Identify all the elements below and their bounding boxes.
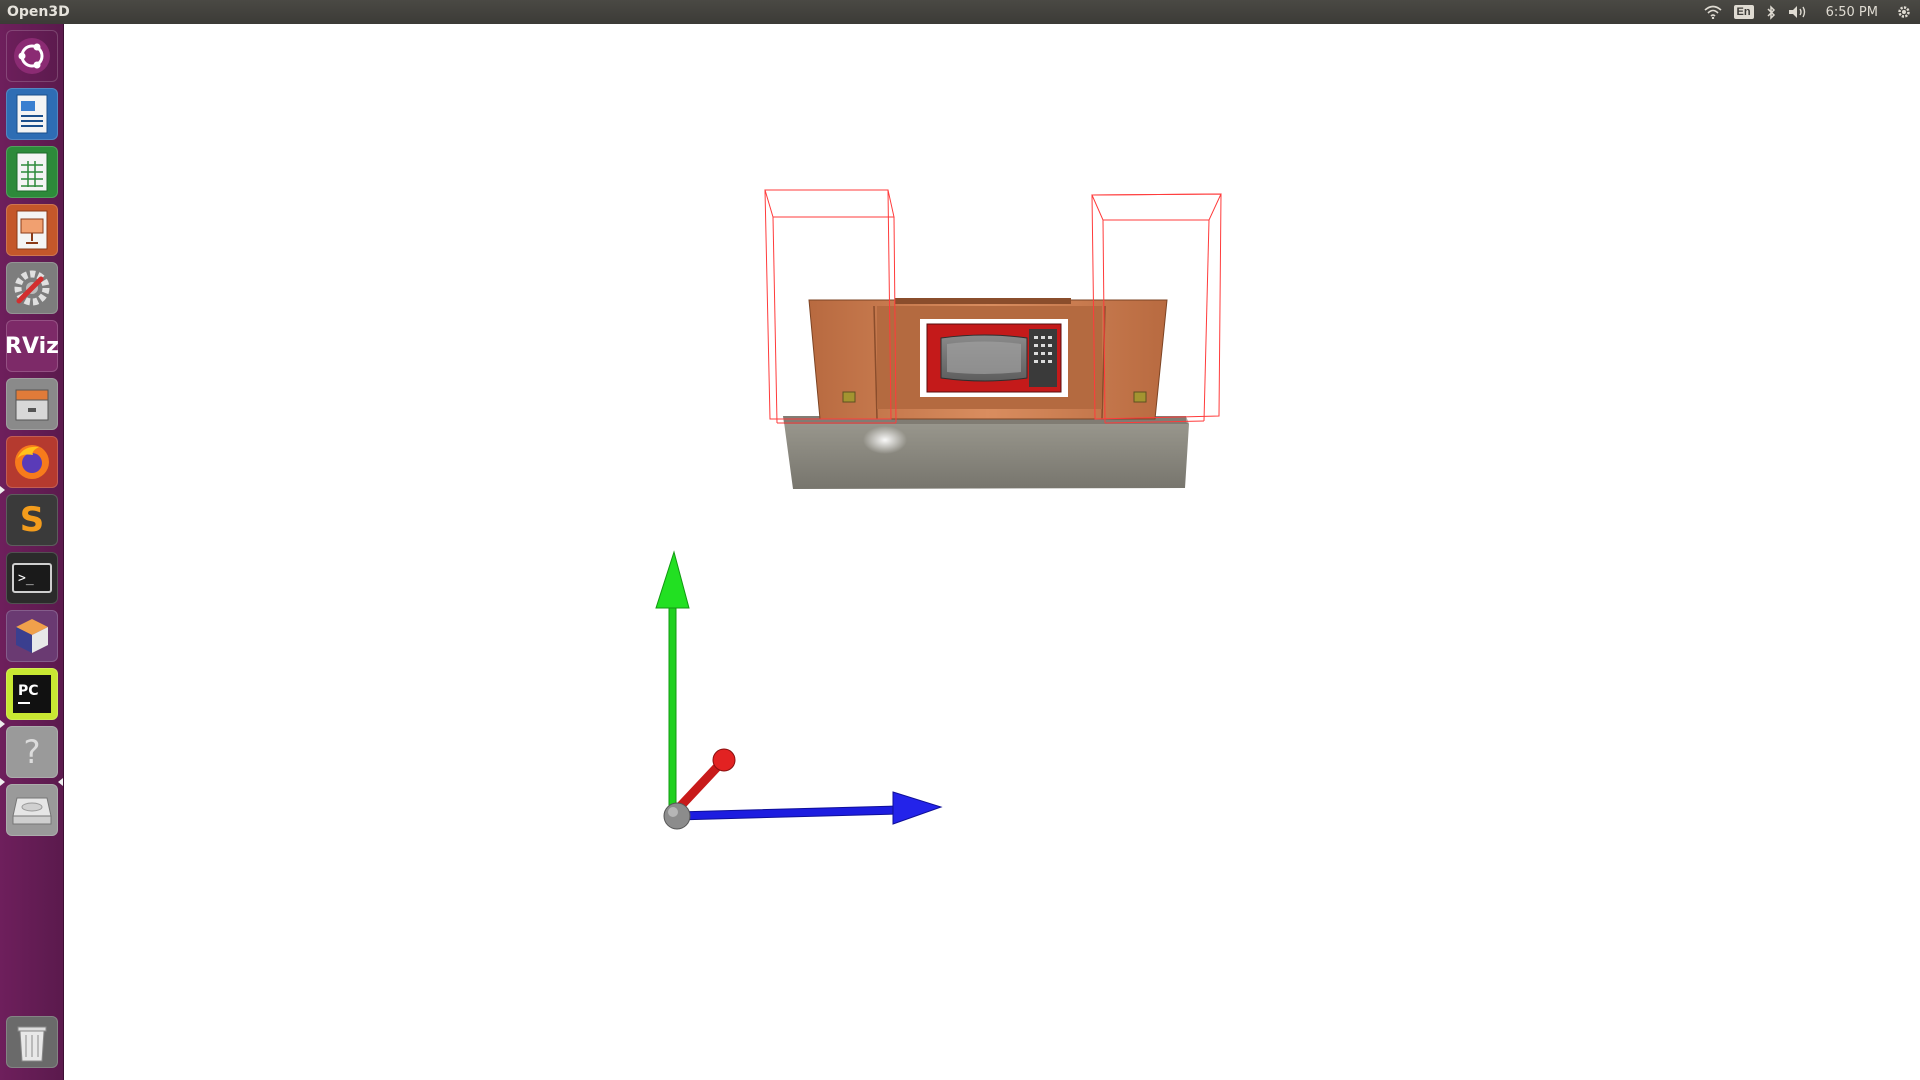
scene-render <box>655 189 1222 830</box>
pycharm-running-indicator <box>0 720 5 728</box>
pycharm-launcher[interactable]: PC <box>6 668 58 720</box>
virtualbox-launcher[interactable] <box>6 610 58 662</box>
window-title: Open3D <box>7 4 70 20</box>
origin-sphere <box>663 802 691 830</box>
ubuntu-dash-button[interactable] <box>6 30 58 82</box>
firefox-icon <box>15 445 49 479</box>
firefox-running-indicator <box>0 486 5 494</box>
file-archive-launcher[interactable] <box>6 378 58 430</box>
cube-box-icon <box>16 619 48 653</box>
file-cabinet-icon <box>15 389 49 421</box>
terminal-icon: >_ <box>12 563 52 593</box>
unknown-app-running-indicator <box>0 778 5 786</box>
impress-presentation-icon <box>16 210 48 250</box>
launcher-bar: RViz S >_ PC ? <box>0 24 64 1080</box>
rviz-icon: RViz <box>5 333 59 359</box>
clock[interactable]: 6:50 PM <box>1820 0 1884 24</box>
unknown-app-focus-indicator <box>58 778 63 786</box>
volume-icon[interactable] <box>1788 0 1808 24</box>
system-tray: En 6:50 PM <box>1704 0 1920 24</box>
pycharm-label: PC <box>18 683 39 699</box>
counter-mesh <box>783 416 1189 489</box>
pycharm-underline <box>18 702 30 704</box>
terminal-prompt-label: >_ <box>18 570 34 586</box>
libreoffice-impress-launcher[interactable] <box>6 204 58 256</box>
terminal-launcher[interactable]: >_ <box>6 552 58 604</box>
keyboard-language-indicator[interactable]: En <box>1733 0 1754 24</box>
language-label: En <box>1733 5 1754 19</box>
unknown-app-launcher[interactable]: ? <box>6 726 58 778</box>
disk-drive-icon <box>12 797 52 825</box>
coordinate-axes <box>655 550 943 830</box>
calc-spreadsheet-icon <box>16 152 48 192</box>
disk-drive-launcher[interactable] <box>6 784 58 836</box>
x-axis-arrow <box>670 748 736 817</box>
wifi-icon[interactable] <box>1704 0 1722 24</box>
pycharm-icon: PC <box>13 675 51 713</box>
writer-document-icon <box>16 94 48 134</box>
question-mark-icon: ? <box>23 733 41 771</box>
system-settings-launcher[interactable] <box>6 262 58 314</box>
sublime-text-launcher[interactable]: S <box>6 494 58 546</box>
libreoffice-calc-launcher[interactable] <box>6 146 58 198</box>
rviz-launcher[interactable]: RViz <box>5 320 59 372</box>
libreoffice-writer-launcher[interactable] <box>6 88 58 140</box>
microwave-mesh <box>920 319 1068 397</box>
trash-launcher[interactable] <box>6 1016 58 1068</box>
ubuntu-logo-icon <box>14 38 50 74</box>
top-panel: Open3D En 6:50 PM <box>0 0 1920 24</box>
sublime-text-icon: S <box>19 500 45 540</box>
trash-can-icon <box>17 1026 47 1062</box>
bluetooth-icon[interactable] <box>1766 0 1776 24</box>
session-gear-icon[interactable] <box>1896 0 1912 24</box>
y-axis-arrow <box>655 550 690 815</box>
settings-wrench-icon <box>14 270 50 306</box>
open3d-viewport[interactable] <box>65 24 1920 1080</box>
firefox-launcher[interactable] <box>6 436 58 488</box>
z-axis-arrow <box>676 791 943 825</box>
